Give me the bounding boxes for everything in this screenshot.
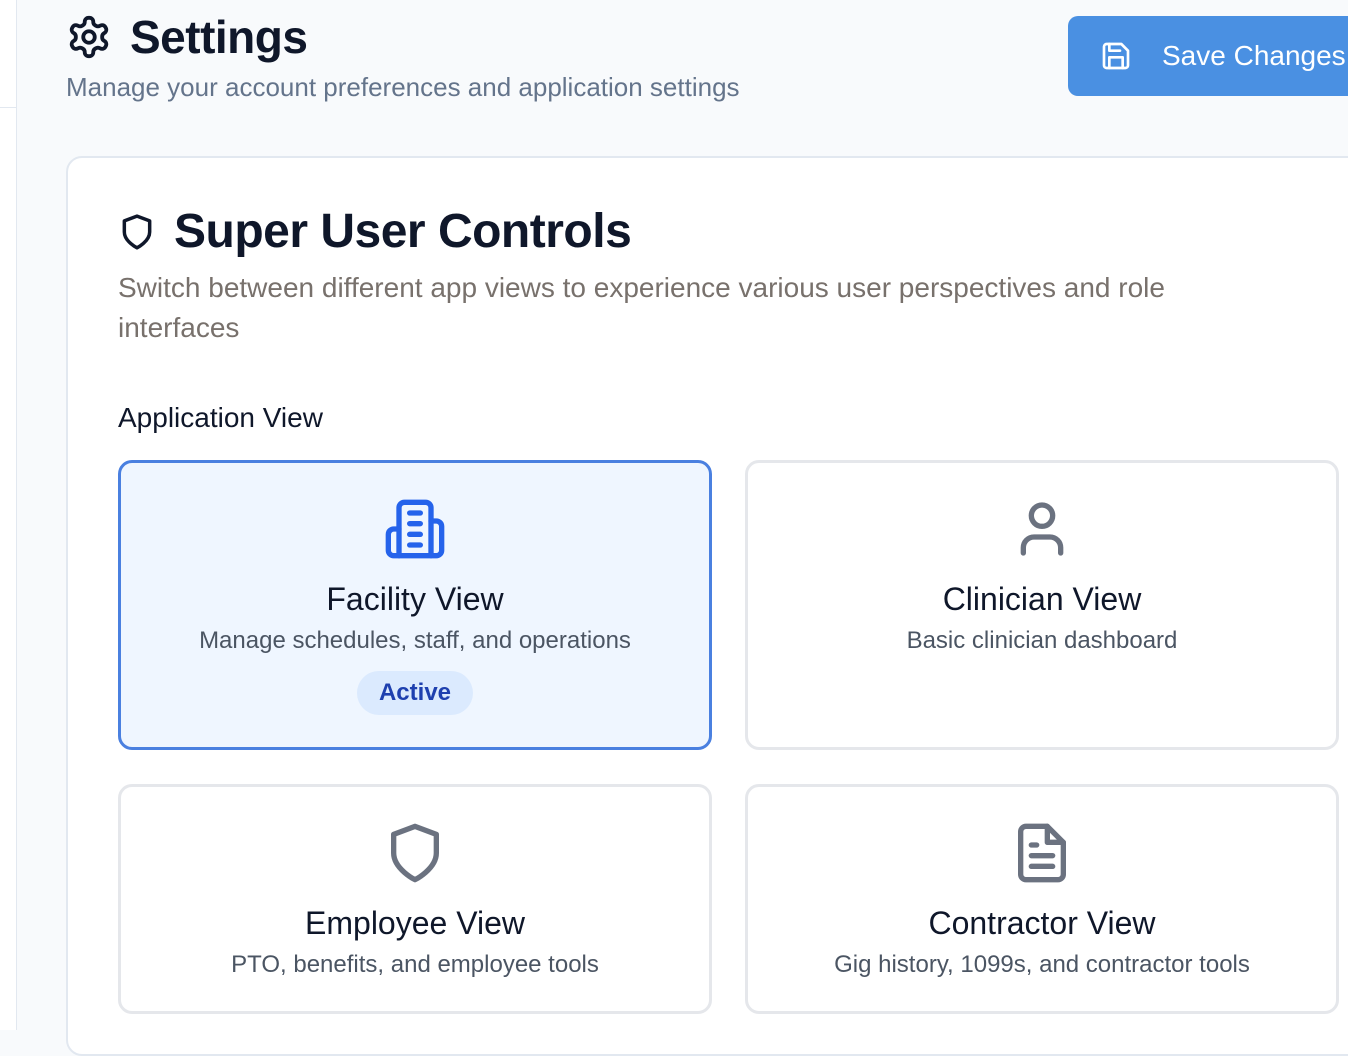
view-option-contractor[interactable]: Contractor View Gig history, 1099s, and … [745, 784, 1339, 1014]
page-header: Settings Manage your account preferences… [66, 10, 740, 103]
card-description: Switch between different app views to ex… [118, 272, 1165, 343]
gear-icon [66, 14, 112, 60]
sidebar-edge [0, 0, 17, 1030]
view-option-facility[interactable]: Facility View Manage schedules, staff, a… [118, 460, 712, 750]
view-option-description: Basic clinician dashboard [906, 627, 1178, 654]
view-option-title: Clinician View [942, 581, 1142, 617]
application-view-label: Application View [118, 402, 323, 433]
super-user-controls-card: Super User Controls Switch between diffe… [66, 156, 1348, 1056]
view-option-description: Gig history, 1099s, and contractor tools [834, 951, 1250, 978]
sidebar-divider [0, 107, 16, 108]
save-icon [1100, 40, 1132, 72]
card-title-row: Super User Controls [118, 204, 632, 259]
view-option-description: Manage schedules, staff, and operations [199, 627, 631, 654]
view-option-employee[interactable]: Employee View PTO, benefits, and employe… [118, 784, 712, 1014]
save-button-label: Save Changes [1162, 40, 1346, 71]
view-option-title: Facility View [326, 581, 504, 617]
view-option-title: Employee View [305, 905, 525, 941]
page-title-row: Settings [66, 10, 740, 64]
shield-icon [383, 821, 447, 885]
view-option-clinician[interactable]: Clinician View Basic clinician dashboard [745, 460, 1339, 750]
view-option-title: Contractor View [928, 905, 1156, 941]
page-title: Settings [130, 11, 308, 63]
view-option-description: PTO, benefits, and employee tools [231, 951, 599, 978]
status-badge: Active [356, 671, 474, 715]
save-changes-button[interactable]: Save Changes [1068, 16, 1348, 96]
user-icon [1010, 497, 1074, 561]
shield-icon [118, 213, 156, 251]
document-icon [1010, 821, 1074, 885]
building-icon [383, 497, 447, 561]
card-title: Super User Controls [174, 205, 632, 258]
page-subtitle: Manage your account preferences and appl… [66, 72, 740, 102]
